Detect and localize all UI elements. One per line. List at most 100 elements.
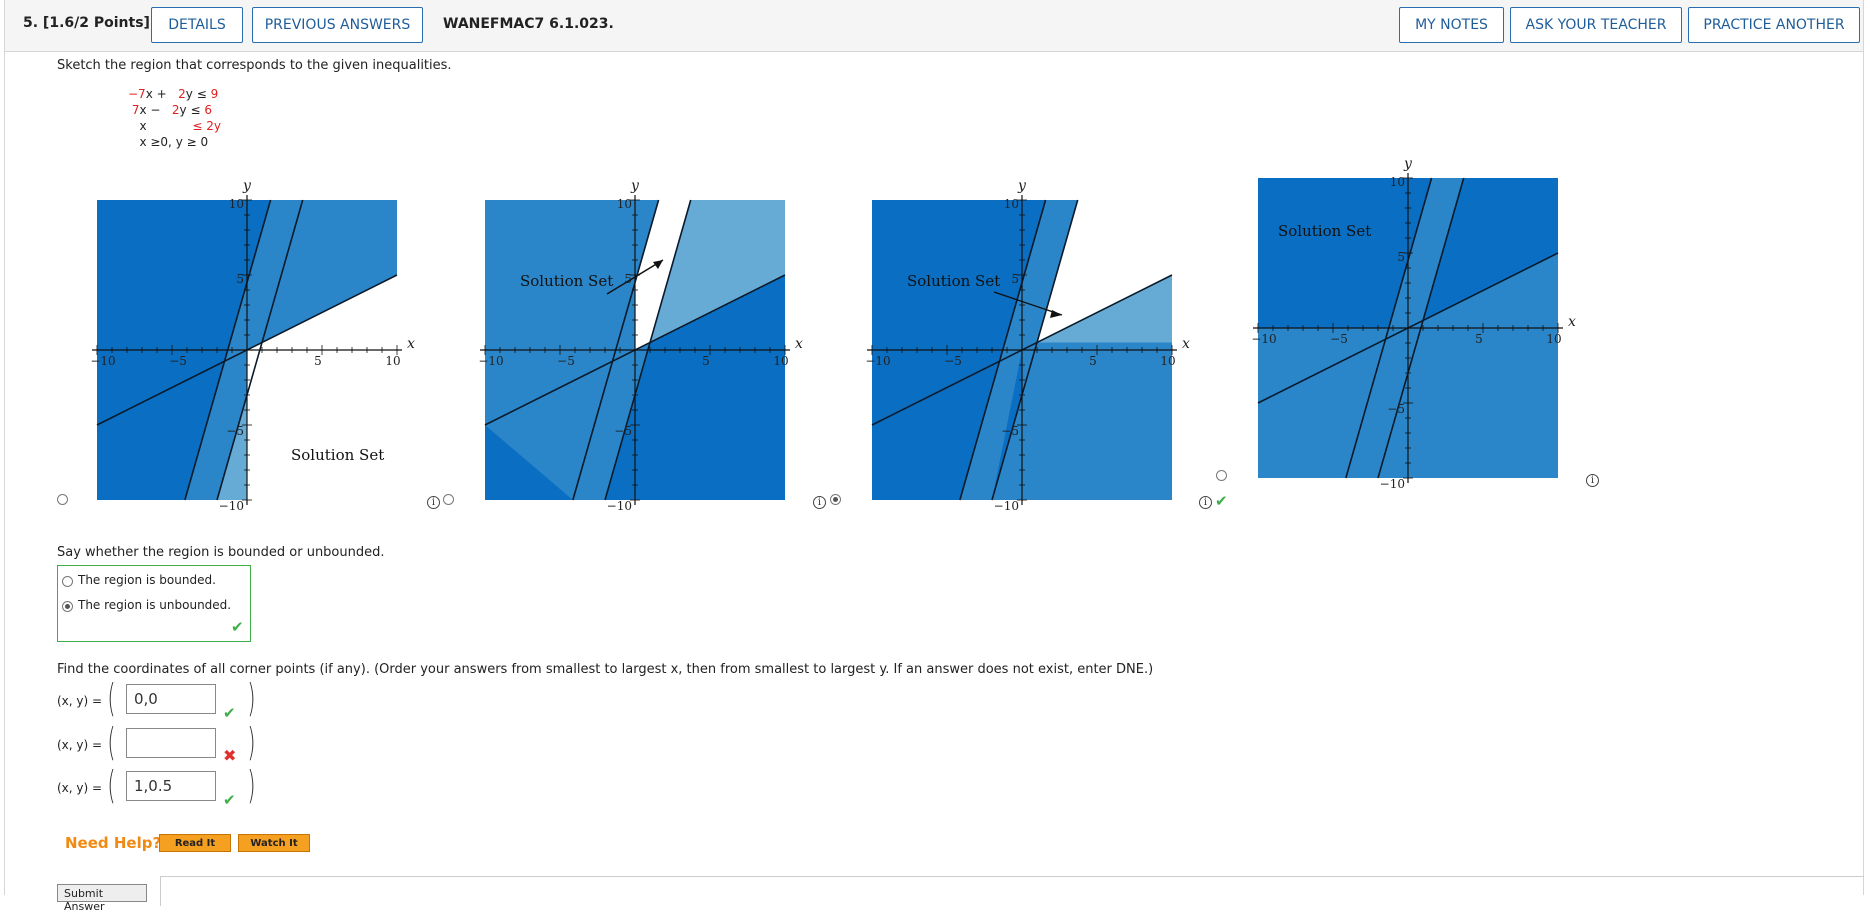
check-icon: ✔ xyxy=(1215,492,1228,510)
info-icon[interactable]: i xyxy=(1199,496,1212,509)
region-mid xyxy=(1022,342,1172,500)
graph-svg: −10 −5 5 10105−5−10xySolution Set xyxy=(865,178,1190,513)
graph-svg: −10 −5 5 10105−5−10xySolution Set xyxy=(1251,156,1576,491)
y-tick-label: −10 xyxy=(994,499,1019,513)
solution-set-label: Solution Set xyxy=(1278,222,1371,240)
x-tick-label: −5 xyxy=(169,354,187,368)
graph-option-3[interactable]: −10 −5 5 10 10 5 −5 −10 x y Solution Set xyxy=(865,178,1190,513)
inequality-4: x ≥0, y ≥ 0 xyxy=(139,135,209,149)
graph-option-1[interactable]: −10 −5 5 10 10 5 −5 −10 x y Solution Set xyxy=(90,178,415,513)
y-tick-label: −10 xyxy=(607,499,632,513)
info-icon[interactable]: i xyxy=(813,496,826,509)
y-tick-label: 10 xyxy=(229,197,244,211)
check-icon: ✔ xyxy=(223,791,236,809)
practice-another-button[interactable]: PRACTICE ANOTHER xyxy=(1688,7,1860,43)
y-tick-label: −5 xyxy=(614,424,632,438)
graph-svg: −10 −5 5 10 10 5 −5 −10 x y Solution Set xyxy=(90,178,415,513)
submit-answer-button[interactable]: Submit Answer xyxy=(57,884,147,913)
y-tick-label: −5 xyxy=(226,424,244,438)
info-icon[interactable]: i xyxy=(427,496,440,509)
inequality-system: −7x + 2y ≤ 9 7x − 2y ≤ 6 x ≤ 2y x ≥0, y … xyxy=(128,86,221,150)
x-axis-label: x xyxy=(407,336,415,352)
x-tick-label: 10 xyxy=(1546,332,1561,346)
y-tick-label: 10 xyxy=(1390,175,1405,189)
y-tick-label: 5 xyxy=(1011,272,1019,286)
graph-option-radio[interactable] xyxy=(57,494,68,505)
info-icon[interactable]: i xyxy=(1586,474,1599,487)
x-mark-icon: ✖ xyxy=(223,746,237,765)
inequality-1: −7x + 2y ≤ 9 xyxy=(128,87,219,101)
x-tick-label: −10 xyxy=(90,354,115,368)
x-axis-label: x xyxy=(795,336,803,352)
x-tick-label: 10 xyxy=(385,354,400,368)
question-number: 5. [1.6/2 Points] xyxy=(23,15,150,31)
bounded-radio[interactable] xyxy=(62,576,73,587)
x-tick-label: 5 xyxy=(1475,332,1483,346)
y-tick-label: 5 xyxy=(236,272,244,286)
question-header: 5. [1.6/2 Points] DETAILS PREVIOUS ANSWE… xyxy=(4,0,1864,52)
close-paren: ) xyxy=(247,720,256,764)
graph-option-2[interactable]: −10 −5 5 10 10 5 −5 −10 x y Solution Set xyxy=(478,178,803,513)
corner-input-2[interactable] xyxy=(126,728,216,758)
corner-label: (x, y) = xyxy=(57,694,103,708)
prompt-text: Sketch the region that corresponds to th… xyxy=(57,58,452,73)
unbounded-label: The region is unbounded. xyxy=(78,598,232,612)
inequality-3: x ≤ 2y xyxy=(139,119,221,133)
solution-set-label: Solution Set xyxy=(907,272,1000,290)
open-paren: ( xyxy=(107,763,116,807)
close-paren: ) xyxy=(247,763,256,807)
x-tick-label: −5 xyxy=(1330,332,1348,346)
x-axis-label: x xyxy=(1182,336,1190,352)
check-icon: ✔ xyxy=(223,704,236,722)
y-tick-label: −5 xyxy=(1387,402,1405,416)
x-tick-label: −5 xyxy=(944,354,962,368)
x-tick-label: −10 xyxy=(478,354,503,368)
x-tick-label: −10 xyxy=(1251,332,1276,346)
need-help-label: Need Help? xyxy=(65,834,162,852)
graph-option-radio[interactable] xyxy=(1216,470,1227,481)
unbounded-radio[interactable] xyxy=(62,601,73,612)
close-paren: ) xyxy=(247,676,256,720)
graph-svg: −10 −5 5 10105−5−10xySolution Set xyxy=(478,178,803,513)
y-tick-label: 10 xyxy=(1004,197,1019,211)
graph-option-radio[interactable] xyxy=(443,494,454,505)
previous-answers-button[interactable]: PREVIOUS ANSWERS xyxy=(252,7,423,43)
x-tick-label: 5 xyxy=(314,354,322,368)
corner-input-3[interactable]: 1,0.5 xyxy=(126,771,216,801)
x-axis-label: x xyxy=(1568,314,1576,330)
graph-option-radio[interactable] xyxy=(830,494,841,505)
my-notes-button[interactable]: MY NOTES xyxy=(1399,7,1504,43)
check-icon: ✔ xyxy=(231,618,244,636)
y-tick-label: −10 xyxy=(219,499,244,513)
question-code: WANEFMAC7 6.1.023. xyxy=(443,16,614,32)
y-axis-label: y xyxy=(630,178,640,194)
graph-option-4[interactable]: −10 −5 5 10 10 5 −5 −10 x y Solution Set xyxy=(1251,156,1576,491)
corner-label: (x, y) = xyxy=(57,781,103,795)
watch-it-button[interactable]: Watch It xyxy=(238,834,310,852)
corner-label: (x, y) = xyxy=(57,738,103,752)
open-paren: ( xyxy=(107,720,116,764)
solution-set-label: Solution Set xyxy=(520,272,613,290)
bounded-label: The region is bounded. xyxy=(78,573,216,587)
x-tick-label: 10 xyxy=(773,354,788,368)
corner-question: Find the coordinates of all corner point… xyxy=(57,662,1154,677)
y-axis-label: y xyxy=(242,178,252,194)
x-tick-label: −10 xyxy=(865,354,890,368)
corner-input-1[interactable]: 0,0 xyxy=(126,684,216,714)
x-tick-label: 5 xyxy=(702,354,710,368)
x-tick-label: −5 xyxy=(557,354,575,368)
y-tick-label: −5 xyxy=(1001,424,1019,438)
solution-set-label: Solution Set xyxy=(291,446,384,464)
x-tick-label: 10 xyxy=(1160,354,1175,368)
read-it-button[interactable]: Read It xyxy=(159,834,231,852)
details-button[interactable]: DETAILS xyxy=(151,7,243,43)
bounded-choices: The region is bounded. The region is unb… xyxy=(57,565,251,642)
bounded-question: Say whether the region is bounded or unb… xyxy=(57,545,385,560)
inequality-2: 7x − 2y ≤ 6 xyxy=(131,103,212,117)
ask-teacher-button[interactable]: ASK YOUR TEACHER xyxy=(1510,7,1682,43)
submission-area xyxy=(160,876,1864,906)
y-tick-label: 10 xyxy=(617,197,632,211)
y-tick-label: 5 xyxy=(1397,250,1405,264)
open-paren: ( xyxy=(107,676,116,720)
x-tick-label: 5 xyxy=(1089,354,1097,368)
